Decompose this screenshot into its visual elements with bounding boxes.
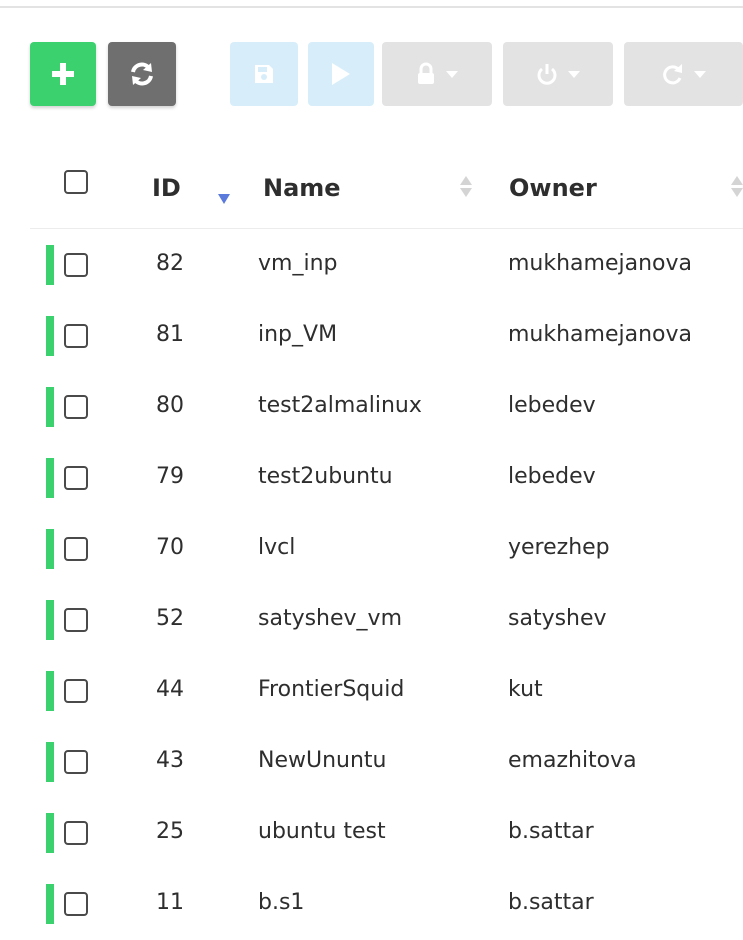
- status-indicator: [46, 884, 54, 924]
- row-checkbox[interactable]: [64, 253, 88, 277]
- column-header-name[interactable]: Name: [263, 174, 341, 202]
- table-row[interactable]: 25 ubuntu test b.sattar: [30, 797, 743, 868]
- plus-icon: [50, 61, 76, 87]
- status-indicator: [46, 742, 54, 782]
- power-dropdown-button[interactable]: [503, 42, 613, 106]
- table-row[interactable]: 81 inp_VM mukhamejanova: [30, 300, 743, 371]
- chevron-down-icon: [693, 70, 706, 78]
- cell-id: 25: [156, 819, 184, 844]
- cell-owner: b.sattar: [508, 890, 594, 915]
- table-row[interactable]: 82 vm_inp mukhamejanova: [30, 229, 743, 300]
- add-button[interactable]: [30, 42, 96, 106]
- floppy-disk-icon: [253, 63, 275, 85]
- refresh-icon: [129, 61, 155, 87]
- row-checkbox[interactable]: [64, 892, 88, 916]
- cell-id: 81: [156, 322, 184, 347]
- cell-id: 79: [156, 464, 184, 489]
- status-indicator: [46, 245, 54, 285]
- table-row[interactable]: 43 NewUnuntu emazhitova: [30, 726, 743, 797]
- status-indicator: [46, 529, 54, 569]
- cell-id: 82: [156, 251, 184, 276]
- cell-owner: mukhamejanova: [508, 251, 693, 276]
- status-indicator: [46, 458, 54, 498]
- cell-owner: satyshev: [508, 606, 607, 631]
- column-header-id[interactable]: ID: [152, 174, 181, 202]
- chevron-down-icon: [568, 70, 580, 78]
- play-button[interactable]: [308, 42, 374, 106]
- cell-owner: kut: [508, 677, 543, 702]
- sort-icon[interactable]: [460, 176, 472, 198]
- cell-name: NewUnuntu: [258, 748, 387, 773]
- lock-icon: [416, 62, 436, 86]
- cell-name: satyshev_vm: [258, 606, 402, 631]
- cell-id: 44: [156, 677, 184, 702]
- redo-icon: [662, 62, 684, 86]
- cell-name: lvcl: [258, 535, 296, 560]
- top-divider: [0, 6, 743, 8]
- cell-name: test2almalinux: [258, 393, 422, 418]
- cell-id: 43: [156, 748, 184, 773]
- cell-name: ubuntu test: [258, 819, 386, 844]
- reboot-dropdown-button[interactable]: [624, 42, 743, 106]
- cell-name: test2ubuntu: [258, 464, 393, 489]
- cell-name: FrontierSquid: [258, 677, 405, 702]
- row-checkbox[interactable]: [64, 608, 88, 632]
- row-checkbox[interactable]: [64, 466, 88, 490]
- row-checkbox[interactable]: [64, 395, 88, 419]
- refresh-button[interactable]: [108, 42, 176, 106]
- cell-owner: b.sattar: [508, 819, 594, 844]
- row-checkbox[interactable]: [64, 537, 88, 561]
- cell-owner: emazhitova: [508, 748, 637, 773]
- power-icon: [536, 62, 558, 86]
- status-indicator: [46, 316, 54, 356]
- chevron-down-icon: [446, 70, 458, 78]
- cell-owner: lebedev: [508, 393, 596, 418]
- table-row[interactable]: 52 satyshev_vm satyshev: [30, 584, 743, 655]
- cell-id: 52: [156, 606, 184, 631]
- cell-id: 80: [156, 393, 184, 418]
- row-checkbox[interactable]: [64, 750, 88, 774]
- save-button[interactable]: [230, 42, 298, 106]
- select-all-checkbox[interactable]: [64, 170, 88, 194]
- cell-name: inp_VM: [258, 322, 338, 347]
- cell-name: b.s1: [258, 890, 305, 915]
- table-row[interactable]: 44 FrontierSquid kut: [30, 655, 743, 726]
- row-checkbox[interactable]: [64, 324, 88, 348]
- status-indicator: [46, 387, 54, 427]
- cell-owner: yerezhep: [508, 535, 610, 560]
- sort-icon[interactable]: [731, 176, 743, 198]
- cell-id: 70: [156, 535, 184, 560]
- table-row[interactable]: 79 test2ubuntu lebedev: [30, 442, 743, 513]
- status-indicator: [46, 600, 54, 640]
- toolbar: [30, 42, 743, 108]
- cell-owner: mukhamejanova: [508, 322, 693, 347]
- table-row[interactable]: 80 test2almalinux lebedev: [30, 371, 743, 442]
- column-header-owner[interactable]: Owner: [509, 174, 597, 202]
- row-checkbox[interactable]: [64, 821, 88, 845]
- status-indicator: [46, 671, 54, 711]
- table-row[interactable]: 11 b.s1 b.sattar: [30, 868, 743, 939]
- play-icon: [330, 61, 352, 87]
- cell-owner: lebedev: [508, 464, 596, 489]
- table-row[interactable]: 70 lvcl yerezhep: [30, 513, 743, 584]
- cell-name: vm_inp: [258, 251, 338, 276]
- status-indicator: [46, 813, 54, 853]
- table-header: ID Name Owner: [30, 150, 743, 229]
- vm-table: ID Name Owner 82 vm_inp mukhamejanova 81…: [30, 150, 743, 939]
- lock-dropdown-button[interactable]: [382, 42, 492, 106]
- row-checkbox[interactable]: [64, 679, 88, 703]
- cell-id: 11: [156, 890, 184, 915]
- sort-desc-icon[interactable]: [218, 194, 230, 204]
